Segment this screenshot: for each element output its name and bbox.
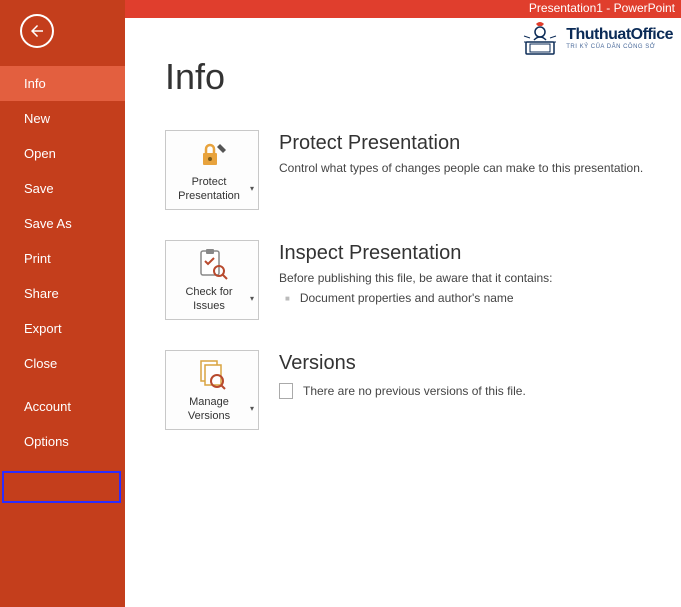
bullet-item: Document properties and author's name <box>285 291 681 305</box>
sidebar-item-saveas[interactable]: Save As <box>0 206 125 241</box>
watermark-title: ThuthuatOffice <box>566 26 673 44</box>
section-protect: Protect Presentation ▾ Protect Presentat… <box>165 130 681 210</box>
inspect-icon <box>195 247 229 281</box>
lock-icon <box>195 137 229 171</box>
back-button[interactable] <box>20 14 54 48</box>
sidebar-item-close[interactable]: Close <box>0 346 125 381</box>
titlebar: Presentation1 - PowerPoint <box>125 0 681 18</box>
watermark: ThuthuatOffice TRI KỶ CỦA DÂN CÔNG SỞ <box>520 18 673 58</box>
sidebar-item-export[interactable]: Export <box>0 311 125 346</box>
sidebar-item-save[interactable]: Save <box>0 171 125 206</box>
section-title: Protect Presentation <box>279 132 681 155</box>
version-row: There are no previous versions of this f… <box>279 383 681 399</box>
section-inspect: Check for Issues ▾ Inspect Presentation … <box>165 240 681 320</box>
versions-icon <box>195 357 229 391</box>
chevron-down-icon: ▾ <box>250 184 254 194</box>
check-for-issues-button[interactable]: Check for Issues ▾ <box>165 240 259 320</box>
watermark-icon <box>520 18 560 58</box>
sidebar-item-new[interactable]: New <box>0 101 125 136</box>
back-arrow-icon <box>28 22 46 40</box>
sidebar-item-info[interactable]: Info <box>0 66 125 101</box>
tile-label: Check for Issues <box>170 285 248 314</box>
tile-label: Manage Versions <box>170 395 248 424</box>
manage-versions-button[interactable]: Manage Versions ▾ <box>165 350 259 430</box>
watermark-sub: TRI KỶ CỦA DÂN CÔNG SỞ <box>566 44 673 50</box>
section-title: Versions <box>279 352 681 375</box>
section-versions: Manage Versions ▾ Versions There are no … <box>165 350 681 430</box>
titlebar-text: Presentation1 - PowerPoint <box>529 1 675 15</box>
tile-label: Protect Presentation <box>170 175 248 204</box>
sidebar-item-open[interactable]: Open <box>0 136 125 171</box>
section-title: Inspect Presentation <box>279 242 681 265</box>
sidebar: Info New Open Save Save As Print Share E… <box>0 0 125 607</box>
section-desc: Before publishing this file, be aware th… <box>279 271 681 285</box>
sidebar-item-options[interactable]: Options <box>0 424 125 459</box>
sidebar-item-print[interactable]: Print <box>0 241 125 276</box>
options-highlight <box>2 471 121 503</box>
chevron-down-icon: ▾ <box>250 294 254 304</box>
protect-presentation-button[interactable]: Protect Presentation ▾ <box>165 130 259 210</box>
content: Info Protect Presentation ▾ Protect Pres… <box>125 18 681 607</box>
section-desc: Control what types of changes people can… <box>279 161 681 175</box>
document-icon <box>279 383 293 399</box>
sidebar-item-account[interactable]: Account <box>0 389 125 424</box>
page-title: Info <box>165 56 681 98</box>
sidebar-item-share[interactable]: Share <box>0 276 125 311</box>
chevron-down-icon: ▾ <box>250 404 254 414</box>
